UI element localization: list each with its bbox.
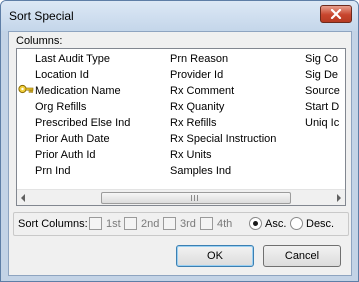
key-icon bbox=[18, 84, 34, 94]
title-bar[interactable]: Sort Special bbox=[1, 1, 358, 31]
list-item[interactable]: Source bbox=[305, 83, 345, 99]
list-item[interactable]: Location Id bbox=[35, 67, 130, 83]
list-item[interactable]: Prescribed Else Ind bbox=[35, 115, 130, 131]
columns-label: Columns: bbox=[16, 35, 63, 47]
list-item[interactable]: Provider Id bbox=[170, 67, 276, 83]
list-item[interactable]: Prn Ind bbox=[35, 163, 130, 179]
checkbox-4th[interactable] bbox=[200, 217, 213, 230]
radio-asc-label: Asc. bbox=[265, 218, 287, 230]
cancel-button[interactable]: Cancel bbox=[263, 245, 341, 267]
columns-listbox[interactable]: Last Audit Type Location Id Medication N… bbox=[16, 48, 346, 206]
checkbox-4th-label: 4th bbox=[217, 218, 233, 230]
column-list-c: Sig Co Sig De Source Start D Uniq Ic bbox=[305, 51, 345, 131]
grip-icon bbox=[191, 195, 198, 201]
list-item[interactable]: Prior Auth Id bbox=[35, 147, 130, 163]
scroll-right-arrow-icon[interactable] bbox=[337, 194, 341, 202]
list-item[interactable]: Rx Units bbox=[170, 147, 276, 163]
sort-options-group: Sort Columns: 1st 2nd 3rd 4th Asc. Desc. bbox=[13, 212, 349, 236]
checkbox-1st[interactable] bbox=[89, 217, 102, 230]
list-item[interactable]: Medication Name bbox=[35, 83, 130, 99]
list-item[interactable]: Prn Reason bbox=[170, 51, 276, 67]
list-item[interactable]: Rx Refills bbox=[170, 115, 276, 131]
radio-desc-label: Desc. bbox=[306, 218, 335, 230]
list-item[interactable]: Uniq Ic bbox=[305, 115, 345, 131]
ok-button[interactable]: OK bbox=[176, 245, 254, 267]
list-item[interactable]: Last Audit Type bbox=[35, 51, 130, 67]
sort-columns-label: Sort Columns: bbox=[18, 218, 88, 230]
checkbox-2nd[interactable] bbox=[124, 217, 137, 230]
window-title: Sort Special bbox=[9, 9, 74, 23]
checkbox-1st-label: 1st bbox=[106, 218, 121, 230]
list-item[interactable]: Sig De bbox=[305, 67, 345, 83]
sort-special-dialog: Sort Special Columns: Last Audit Type Lo… bbox=[0, 0, 359, 282]
column-list-b: Prn Reason Provider Id Rx Comment Rx Qua… bbox=[170, 51, 276, 179]
dialog-body: Columns: Last Audit Type Location Id Med… bbox=[8, 31, 352, 276]
radio-asc[interactable] bbox=[249, 217, 262, 230]
horizontal-scrollbar[interactable] bbox=[17, 189, 345, 205]
list-item[interactable]: Sig Co bbox=[305, 51, 345, 67]
close-button[interactable] bbox=[320, 5, 352, 23]
list-item[interactable]: Rx Quanity bbox=[170, 99, 276, 115]
radio-desc[interactable] bbox=[290, 217, 303, 230]
checkbox-2nd-label: 2nd bbox=[141, 218, 160, 230]
checkbox-3rd-label: 3rd bbox=[180, 218, 196, 230]
list-item[interactable]: Samples Ind bbox=[170, 163, 276, 179]
close-icon bbox=[330, 9, 342, 19]
list-item[interactable]: Org Refills bbox=[35, 99, 130, 115]
scroll-left-arrow-icon[interactable] bbox=[21, 194, 25, 202]
checkbox-3rd[interactable] bbox=[163, 217, 176, 230]
list-item[interactable]: Rx Comment bbox=[170, 83, 276, 99]
list-item[interactable]: Prior Auth Date bbox=[35, 131, 130, 147]
column-list-a: Last Audit Type Location Id Medication N… bbox=[35, 51, 130, 179]
scrollbar-thumb[interactable] bbox=[101, 192, 291, 204]
list-item[interactable]: Start D bbox=[305, 99, 345, 115]
list-item[interactable]: Rx Special Instruction bbox=[170, 131, 276, 147]
